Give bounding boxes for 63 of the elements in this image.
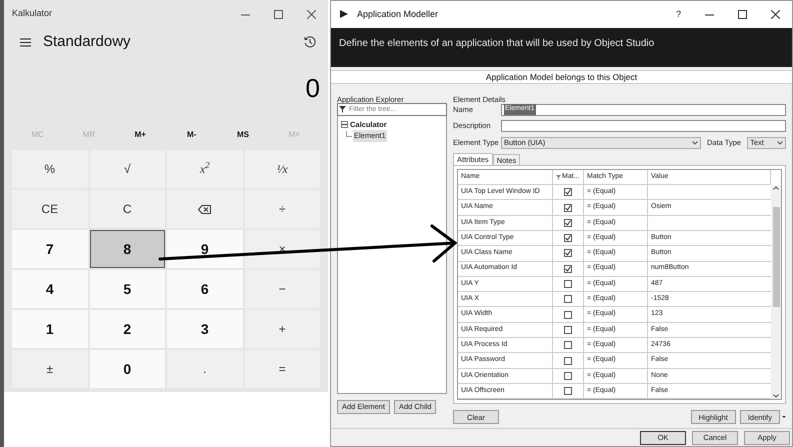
maximize-icon[interactable] (274, 10, 283, 18)
checkbox[interactable] (564, 356, 572, 365)
chevron-down-icon (692, 141, 698, 146)
calculator-key[interactable]: ± (12, 350, 88, 388)
checkbox[interactable] (564, 387, 572, 396)
scrollbar[interactable] (771, 185, 781, 400)
calculator-key[interactable]: 7 (12, 230, 88, 268)
menu-icon[interactable] (20, 38, 31, 46)
calculator-key[interactable]: − (244, 270, 320, 308)
memory-button[interactable]: M- (166, 129, 218, 141)
calculator-key[interactable]: 5 (90, 270, 165, 308)
checkbox[interactable] (564, 204, 572, 212)
mode-title: Standardowy (43, 32, 131, 52)
calculator-key[interactable]: C (90, 190, 165, 228)
filter-icon (339, 106, 346, 114)
calculator-key[interactable]: 9 (167, 230, 242, 268)
calculator-key[interactable]: x$^{2}$ (167, 150, 242, 188)
checkbox[interactable] (564, 341, 572, 350)
calculator-key[interactable]: 4 (12, 270, 88, 308)
backspace-icon (198, 204, 212, 214)
checkbox[interactable] (564, 234, 572, 242)
calculator-key[interactable]: % (12, 150, 88, 188)
scroll-up-icon[interactable] (773, 186, 779, 190)
help-button[interactable]: ? (664, 8, 693, 22)
close-icon[interactable] (307, 10, 316, 18)
checkbox[interactable] (564, 264, 572, 273)
checkbox[interactable] (564, 326, 572, 334)
calculator-key[interactable]: √ (90, 150, 165, 188)
checkbox[interactable] (564, 188, 572, 196)
checkbox[interactable] (564, 218, 572, 227)
expander-icon[interactable] (341, 121, 348, 128)
history-icon[interactable] (304, 36, 316, 48)
calculator-key[interactable]: CE (12, 190, 88, 228)
calculator-key[interactable]: = (244, 350, 320, 388)
calculator-key[interactable]: 0 (90, 350, 165, 388)
app-logo-icon (339, 9, 349, 20)
banner-text: Define the elements of an application that will be used by Object Studio (339, 38, 654, 49)
display-value: 0 (306, 75, 320, 101)
memory-button[interactable]: MS (217, 129, 269, 141)
filter-icon[interactable] (556, 174, 561, 180)
checkbox[interactable] (564, 280, 572, 288)
checkbox[interactable] (564, 310, 572, 319)
calculator-key[interactable]: ÷ (244, 190, 320, 228)
chevron-down-icon (777, 141, 783, 146)
scroll-down-icon[interactable] (773, 394, 779, 398)
calculator-key[interactable]: 8 (90, 230, 165, 268)
calculator-key[interactable]: 2 (90, 310, 165, 348)
subtitle-text: Application Model belongs to this Object (486, 70, 638, 84)
calculator-key[interactable]: 1 (12, 310, 88, 348)
calculator-key[interactable]: 6 (167, 270, 242, 308)
window-title: Kalkulator (12, 7, 52, 20)
window-title: Application Modeller (357, 8, 438, 21)
maximize-icon[interactable] (738, 10, 747, 19)
calculator-key[interactable]: 3 (167, 310, 242, 348)
close-icon[interactable] (771, 10, 780, 19)
calculator-key[interactable]: . (167, 350, 242, 388)
calculator-key[interactable]: + (244, 310, 320, 348)
description-field[interactable] (501, 120, 786, 132)
calculator-key[interactable]: ¹⁄x (244, 150, 320, 188)
checkbox[interactable] (564, 295, 572, 304)
memory-button[interactable]: M+ (114, 129, 166, 141)
checkbox[interactable] (564, 372, 572, 380)
checkbox[interactable] (564, 249, 572, 258)
